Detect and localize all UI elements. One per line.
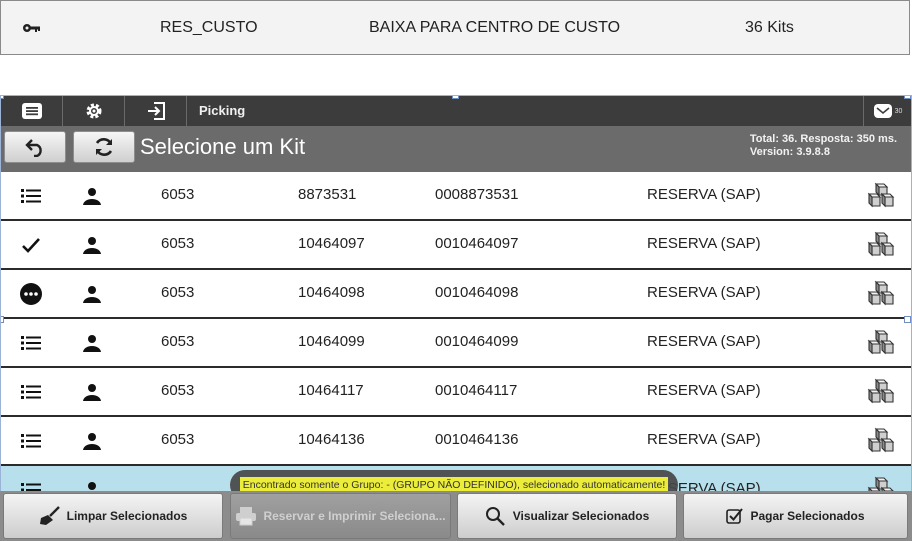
key-icon	[21, 1, 43, 54]
pay-selected-button[interactable]: Pagar Selecionados	[683, 493, 908, 539]
checkbox-icon	[726, 508, 744, 524]
kit-padded-number: 0010464098	[435, 284, 519, 301]
kit-plant: 6053	[161, 284, 195, 301]
kit-type: RESERVA (SAP)	[647, 235, 761, 252]
kit-row[interactable]: 6053 10464099 0010464099 RESERVA (SAP)	[1, 319, 911, 368]
kit-padded-number: 0010464099	[435, 333, 519, 350]
kit-plant: 6053	[161, 431, 195, 448]
list-icon[interactable]	[19, 319, 43, 366]
settings-button[interactable]	[63, 96, 125, 126]
resize-handle[interactable]	[1, 316, 4, 323]
boxes-icon[interactable]	[865, 270, 897, 317]
status-version: Version: 3.9.8.8	[749, 146, 830, 158]
kit-padded-number: 0008873531	[435, 186, 519, 203]
menu-icon	[21, 103, 42, 119]
kit-plant: 6053	[161, 235, 195, 252]
resize-handle[interactable]	[1, 96, 4, 99]
mail-icon	[873, 104, 892, 118]
reservation-summary-row: RES_CUSTO BAIXA PARA CENTRO DE CUSTO 36 …	[0, 0, 910, 55]
kit-number: 10464098	[298, 284, 365, 301]
kit-number: 8873531	[298, 186, 357, 203]
kit-padded-number: 0010464097	[435, 235, 519, 252]
toolbar-title: Picking	[199, 103, 246, 118]
kit-number: 10464099	[298, 333, 365, 350]
kit-number: 10464136	[298, 431, 365, 448]
kit-number: 10464117	[298, 382, 364, 399]
view-selected-button[interactable]: Visualizar Selecionados	[457, 493, 677, 539]
user-icon[interactable]	[81, 172, 103, 219]
broom-icon	[39, 506, 60, 525]
kit-row[interactable]: 6053 10464098 0010464098 RESERVA (SAP)	[1, 270, 911, 319]
kit-type: RESERVA (SAP)	[647, 284, 761, 301]
app-toolbar: Picking 30	[1, 96, 911, 126]
clear-selected-button[interactable]: Limpar Selecionados	[3, 493, 223, 539]
refresh-button[interactable]	[73, 131, 135, 163]
kit-padded-number: 0010464136	[435, 431, 519, 448]
more-icon[interactable]	[19, 270, 43, 317]
clear-selected-label: Limpar Selecionados	[66, 509, 188, 523]
summary-code: RES_CUSTO	[160, 19, 258, 36]
user-icon[interactable]	[81, 368, 103, 415]
kit-row[interactable]: 6053 8873531 0008873531 RESERVA (SAP)	[1, 172, 911, 221]
undo-icon	[25, 139, 42, 157]
page-title: Selecione um Kit	[140, 134, 306, 159]
list-icon[interactable]	[19, 417, 43, 464]
resize-handle[interactable]	[904, 96, 911, 99]
list-icon[interactable]	[19, 368, 43, 415]
kit-row[interactable]: 6053 10464097 0010464097 RESERVA (SAP)	[1, 221, 911, 270]
user-icon[interactable]	[81, 417, 103, 464]
gear-icon	[86, 103, 101, 119]
search-icon	[485, 507, 505, 526]
user-icon[interactable]	[81, 221, 103, 268]
reserve-print-label: Reservar e Imprimir Seleciona...	[263, 509, 446, 523]
action-bar: Limpar Selecionados Reservar e Imprimir …	[0, 491, 912, 541]
messages-button[interactable]: 30	[863, 96, 911, 126]
user-icon[interactable]	[81, 270, 103, 317]
kit-type: RESERVA (SAP)	[647, 382, 761, 399]
resize-handle[interactable]	[452, 96, 459, 99]
screen: { "top_row": { "code": "RES_CUSTO", "des…	[0, 0, 912, 541]
login-button[interactable]	[125, 96, 187, 126]
boxes-icon[interactable]	[865, 172, 897, 219]
reserve-print-button[interactable]: Reservar e Imprimir Seleciona...	[230, 493, 451, 539]
kit-plant: 6053	[161, 186, 195, 203]
login-icon	[147, 102, 165, 120]
check-icon[interactable]	[19, 221, 43, 268]
kit-padded-number: 0010464117	[435, 382, 518, 399]
kit-number: 10464097	[298, 235, 365, 252]
list-icon[interactable]	[19, 172, 43, 219]
kit-type: RESERVA (SAP)	[647, 431, 761, 448]
kit-plant: 6053	[161, 382, 195, 399]
summary-quantity: 36 Kits	[745, 19, 794, 36]
menu-button[interactable]	[1, 96, 63, 126]
printer-icon	[236, 507, 257, 526]
boxes-icon[interactable]	[865, 417, 897, 464]
boxes-icon[interactable]	[865, 221, 897, 268]
kit-type: RESERVA (SAP)	[647, 186, 761, 203]
status-info: Total: 36. Resposta: 350 ms. Version: 3.…	[750, 133, 897, 159]
kit-row[interactable]: 6053 10464117 0010464117 RESERVA (SAP)	[1, 368, 911, 417]
boxes-icon[interactable]	[865, 319, 897, 366]
kit-row[interactable]: 6053 10464136 0010464136 RESERVA (SAP)	[1, 417, 911, 466]
resize-handle[interactable]	[904, 316, 911, 323]
user-icon[interactable]	[81, 319, 103, 366]
pay-selected-label: Pagar Selecionados	[750, 509, 865, 523]
kit-plant: 6053	[161, 333, 195, 350]
kit-type: RESERVA (SAP)	[647, 333, 761, 350]
status-total: Total: 36. Resposta: 350 ms.	[749, 133, 897, 145]
summary-description: BAIXA PARA CENTRO DE CUSTO	[369, 19, 621, 36]
view-selected-label: Visualizar Selecionados	[512, 509, 650, 523]
messages-count: 30	[894, 107, 903, 115]
refresh-icon	[95, 138, 113, 156]
page-header: Selecione um Kit Total: 36. Resposta: 35…	[1, 126, 911, 172]
boxes-icon[interactable]	[865, 368, 897, 415]
back-button[interactable]	[4, 131, 66, 163]
